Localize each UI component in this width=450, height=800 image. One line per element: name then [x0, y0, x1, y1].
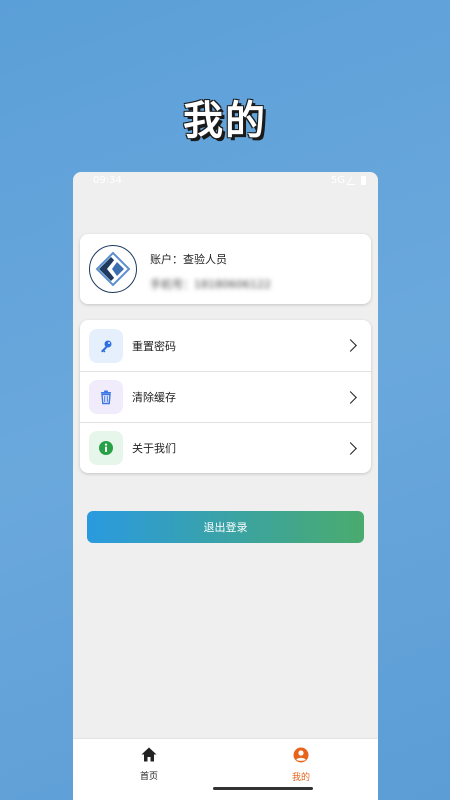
network-label: 5G [330, 175, 345, 186]
user-icon [293, 747, 309, 763]
home-indicator[interactable] [213, 787, 313, 790]
menu-card: 重置密码 清除缓存 关于我们 [80, 320, 371, 473]
tab-label: 我的 [291, 773, 310, 783]
menu-icon-box [89, 431, 123, 465]
battery-icon [361, 176, 366, 185]
menu-item-label: 关于我们 [132, 442, 176, 455]
menu-item-about-us[interactable]: 关于我们 [80, 422, 371, 473]
tab-home[interactable]: 首页 [99, 747, 199, 782]
phone-number: 18180606122 [194, 278, 271, 291]
phone-row: 手机号：18180606122 [150, 276, 271, 292]
status-time: 09:34 [93, 175, 122, 186]
tab-mine[interactable]: 我的 [251, 747, 351, 783]
page-headline: 我的 [183, 98, 267, 144]
logout-button[interactable]: 退出登录 [87, 511, 364, 543]
menu-icon-box [89, 380, 123, 414]
bottom-tab-bar: 首页 我的 [73, 738, 378, 800]
info-icon [99, 441, 113, 455]
home-icon [141, 747, 157, 762]
chevron-right-icon [344, 441, 357, 455]
status-bar: 09:34 5G [73, 172, 378, 190]
account-prefix: 账户： [150, 253, 183, 266]
phone-screen: 09:34 5G 账户：查验人员 手机号：18180606122 重置密码 清除… [73, 172, 378, 800]
menu-item-label: 清除缓存 [132, 391, 176, 404]
menu-item-label: 重置密码 [132, 339, 176, 353]
menu-item-clear-cache[interactable]: 清除缓存 [80, 371, 371, 422]
menu-item-reset-password[interactable]: 重置密码 [80, 320, 371, 371]
status-indicators: 5G [331, 175, 366, 186]
account-name: 查验人员 [183, 253, 227, 266]
avatar[interactable] [89, 245, 137, 293]
trash-icon [101, 390, 111, 405]
tab-label: 首页 [139, 772, 158, 782]
signal-icon [346, 176, 360, 185]
logo-icon [95, 251, 131, 287]
profile-card: 账户：查验人员 手机号：18180606122 [80, 234, 371, 304]
menu-icon-box [89, 328, 123, 363]
chevron-right-icon [344, 339, 357, 352]
chevron-right-icon [344, 390, 357, 404]
key-icon [101, 340, 112, 352]
account-row: 账户：查验人员 [150, 251, 227, 267]
phone-prefix: 手机号： [150, 278, 194, 291]
